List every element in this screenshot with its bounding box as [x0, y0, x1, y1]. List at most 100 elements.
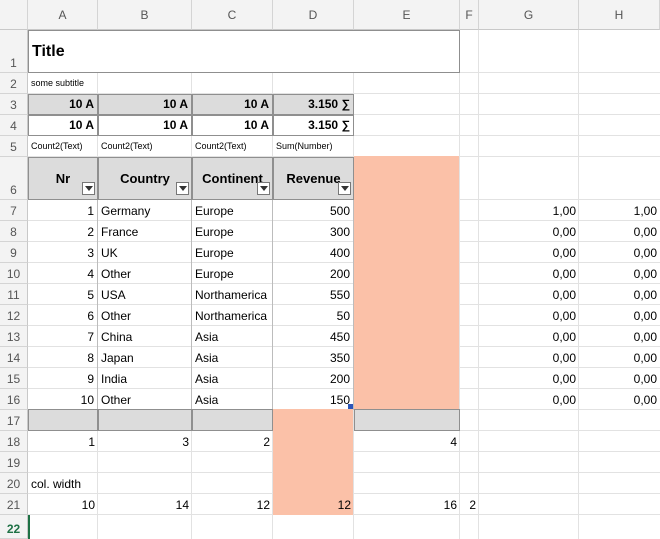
col-width-label[interactable]: col. width [28, 473, 148, 494]
cell-country[interactable]: China [98, 326, 192, 347]
column-header-d[interactable]: D [273, 0, 354, 30]
footer-band-cell[interactable] [354, 409, 460, 431]
row-header[interactable]: 10 [0, 263, 28, 284]
cell-g[interactable]: 0,00 [479, 389, 579, 410]
cell-country[interactable]: Japan [98, 347, 192, 368]
column-header-g[interactable]: G [479, 0, 579, 30]
cell-g[interactable]: 0,00 [479, 221, 579, 242]
select-all-corner[interactable] [0, 0, 28, 30]
row18-cell[interactable]: 3 [98, 431, 192, 452]
column-header-c[interactable]: C [192, 0, 273, 30]
cell-g[interactable]: 0,00 [479, 368, 579, 389]
cell-continent[interactable]: Asia [192, 347, 273, 368]
cell-revenue[interactable]: 150 [273, 389, 354, 410]
column-header-b[interactable]: B [98, 0, 192, 30]
filter-dropdown-icon[interactable] [257, 182, 270, 195]
cell-continent[interactable]: Asia [192, 368, 273, 389]
cell-country[interactable]: UK [98, 242, 192, 263]
cell-h[interactable]: 0,00 [579, 389, 660, 410]
cell-h[interactable]: 0,00 [579, 284, 660, 305]
cell-revenue[interactable]: 500 [273, 200, 354, 221]
aggregation-label[interactable]: Count2(Text) [192, 136, 273, 157]
cell-continent[interactable]: Europe [192, 242, 273, 263]
summary-cell[interactable]: 10 A [192, 115, 273, 136]
cell-continent[interactable]: Europe [192, 263, 273, 284]
row-header[interactable]: 6 [0, 157, 28, 200]
cell-country[interactable]: Other [98, 389, 192, 410]
sheet-title[interactable]: Title [28, 30, 460, 73]
cell-h[interactable]: 0,00 [579, 305, 660, 326]
cell-revenue[interactable]: 200 [273, 263, 354, 284]
cell-continent[interactable]: Europe [192, 221, 273, 242]
row-header[interactable]: 8 [0, 221, 28, 242]
cell-g[interactable]: 0,00 [479, 242, 579, 263]
aggregation-label[interactable]: Count2(Text) [98, 136, 192, 157]
column-header-f[interactable]: F [460, 0, 479, 30]
summary-cell[interactable]: 10 A [98, 115, 192, 136]
footer-band-cell[interactable] [192, 409, 273, 431]
row-header[interactable]: 3 [0, 94, 28, 115]
row18-cell[interactable]: 1 [28, 431, 98, 452]
row18-cell[interactable]: 4 [354, 431, 460, 452]
cell-nr[interactable]: 6 [28, 305, 98, 326]
row-header[interactable]: 1 [0, 30, 28, 73]
row-header-selected[interactable]: 22 [0, 515, 28, 539]
summary-cell[interactable]: 10 A [192, 94, 273, 115]
row-header[interactable]: 2 [0, 73, 28, 94]
cell-nr[interactable]: 4 [28, 263, 98, 284]
cell-continent[interactable]: Northamerica [192, 284, 273, 305]
column-header-h[interactable]: H [579, 0, 660, 30]
cell-revenue[interactable]: 200 [273, 368, 354, 389]
row-header[interactable]: 4 [0, 115, 28, 136]
summary-cell[interactable]: 10 A [28, 94, 98, 115]
cell-country[interactable]: Germany [98, 200, 192, 221]
cell-country[interactable]: USA [98, 284, 192, 305]
cell-country[interactable]: Other [98, 263, 192, 284]
cell-revenue[interactable]: 550 [273, 284, 354, 305]
row-header[interactable]: 9 [0, 242, 28, 263]
col-width-value[interactable]: 14 [98, 494, 192, 515]
aggregation-label[interactable]: Count2(Text) [28, 136, 98, 157]
summary-cell[interactable]: 3.150 ∑ [273, 94, 354, 115]
cell-continent[interactable]: Europe [192, 200, 273, 221]
cell-h[interactable]: 1,00 [579, 200, 660, 221]
col-width-value[interactable]: 2 [460, 494, 479, 515]
footer-band-cell[interactable] [28, 409, 98, 431]
col-width-value[interactable]: 10 [28, 494, 98, 515]
row-header[interactable]: 12 [0, 305, 28, 326]
row-header[interactable]: 19 [0, 452, 28, 473]
cell-revenue[interactable]: 450 [273, 326, 354, 347]
cell-revenue[interactable]: 50 [273, 305, 354, 326]
cell-nr[interactable]: 2 [28, 221, 98, 242]
column-header-e[interactable]: E [354, 0, 460, 30]
cell-continent[interactable]: Asia [192, 389, 273, 410]
summary-cell[interactable]: 10 A [98, 94, 192, 115]
filter-dropdown-icon[interactable] [82, 182, 95, 195]
cell-nr[interactable]: 10 [28, 389, 98, 410]
cell-g[interactable]: 0,00 [479, 263, 579, 284]
cell-country[interactable]: India [98, 368, 192, 389]
row-header[interactable]: 13 [0, 326, 28, 347]
summary-cell[interactable]: 3.150 ∑ [273, 115, 354, 136]
cell-h[interactable]: 0,00 [579, 326, 660, 347]
cell-g[interactable]: 0,00 [479, 326, 579, 347]
cell-continent[interactable]: Northamerica [192, 305, 273, 326]
filter-dropdown-icon[interactable] [176, 182, 189, 195]
row-header[interactable]: 5 [0, 136, 28, 157]
cell-revenue[interactable]: 400 [273, 242, 354, 263]
cell-nr[interactable]: 9 [28, 368, 98, 389]
row-header[interactable]: 15 [0, 368, 28, 389]
cell-h[interactable]: 0,00 [579, 263, 660, 284]
cell-nr[interactable]: 5 [28, 284, 98, 305]
cell-g[interactable]: 0,00 [479, 347, 579, 368]
aggregation-label[interactable]: Sum(Number) [273, 136, 354, 157]
cell-nr[interactable]: 1 [28, 200, 98, 221]
col-width-value[interactable]: 16 [354, 494, 460, 515]
cell-g[interactable]: 1,00 [479, 200, 579, 221]
cell-h[interactable]: 0,00 [579, 347, 660, 368]
col-width-value[interactable]: 12 [273, 494, 354, 515]
row18-cell[interactable]: 2 [192, 431, 273, 452]
cell-h[interactable]: 0,00 [579, 221, 660, 242]
column-header-a[interactable]: A [28, 0, 98, 30]
filter-dropdown-icon[interactable] [338, 182, 351, 195]
